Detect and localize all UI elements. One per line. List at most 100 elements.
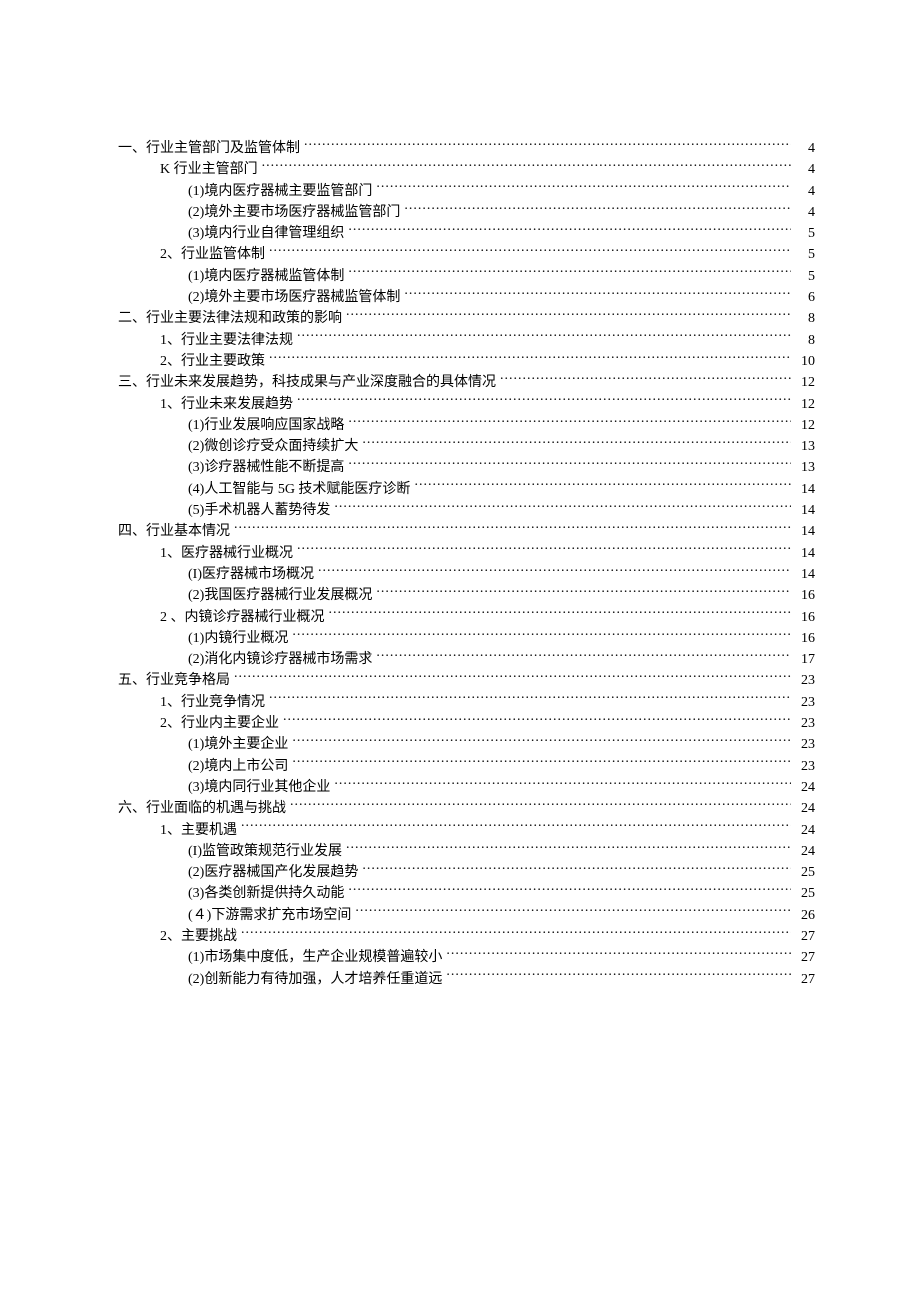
toc-entry-title: (1)境内医疗器械主要监管部门 [188, 182, 372, 202]
toc-entry-page: 14 [795, 480, 815, 500]
toc-entry-title: (1)境内医疗器械监管体制 [188, 267, 344, 287]
toc-entry: 1、医疗器械行业概况14 [118, 543, 815, 564]
toc-entry: 二、行业主要法律法规和政策的影响8 [118, 308, 815, 329]
toc-entry-title: (4)人工智能与 5G 技术赋能医疗诊断 [188, 480, 410, 500]
toc-entry-page: 4 [795, 160, 815, 180]
toc-entry-page: 25 [795, 863, 815, 883]
toc-entry-title: (2)境外主要市场医疗器械监管部门 [188, 203, 400, 223]
toc-leader-dots [304, 138, 791, 152]
toc-entry-title: (2)创新能力有待加强，人才培养任重道远 [188, 970, 442, 990]
table-of-contents: 一、行业主管部门及监管体制4K 行业主管部门4(1)境内医疗器械主要监管部门4(… [118, 138, 815, 990]
toc-entry: (1)境内医疗器械主要监管部门 4 [118, 181, 815, 202]
toc-leader-dots [362, 862, 791, 876]
toc-entry: (5)手术机器人蓄势待发14 [118, 500, 815, 521]
toc-leader-dots [269, 692, 791, 706]
toc-entry-title: 1、行业竞争情况 [160, 693, 265, 713]
toc-leader-dots [292, 734, 791, 748]
toc-entry: K 行业主管部门4 [118, 159, 815, 180]
toc-entry-page: 24 [795, 799, 815, 819]
toc-entry: (2)境外主要市场医疗器械监管体制6 [118, 287, 815, 308]
toc-entry: 2、行业主要政策10 [118, 351, 815, 372]
toc-entry-title: (1)行业发展响应国家战略 [188, 416, 344, 436]
toc-entry-page: 14 [795, 501, 815, 521]
toc-leader-dots [234, 521, 791, 535]
toc-entry-title: 2、主要挑战 [160, 927, 237, 947]
toc-entry: 2、主要挑战 27 [118, 926, 815, 947]
toc-entry-title: 1、医疗器械行业概况 [160, 544, 293, 564]
toc-entry-page: 5 [795, 267, 815, 287]
toc-entry: 2、行业内主要企业 23 [118, 713, 815, 734]
toc-entry: (3)境内行业自律管理组织5 [118, 223, 815, 244]
toc-leader-dots [297, 543, 791, 557]
toc-entry-page: 12 [795, 395, 815, 415]
toc-entry-page: 27 [795, 927, 815, 947]
toc-entry-title: (3)境内同行业其他企业 [188, 778, 330, 798]
toc-entry-page: 23 [795, 693, 815, 713]
document-page: 一、行业主管部门及监管体制4K 行业主管部门4(1)境内医疗器械主要监管部门4(… [0, 0, 920, 1301]
toc-entry-title: 六、行业面临的机遇与挑战 [118, 799, 286, 819]
toc-leader-dots [376, 649, 791, 663]
toc-entry-title: 2、行业主要政策 [160, 352, 265, 372]
toc-entry-title: (2)境内上市公司 [188, 757, 288, 777]
toc-leader-dots [404, 287, 791, 301]
toc-entry: 2、行业监管体制 5 [118, 244, 815, 265]
toc-entry-title: 三、行业未来发展趋势，科技成果与产业深度融合的具体情况 [118, 373, 496, 393]
toc-entry-page: 25 [795, 884, 815, 904]
toc-entry-page: 5 [795, 224, 815, 244]
toc-entry-page: 23 [795, 671, 815, 691]
toc-leader-dots [269, 351, 791, 365]
toc-entry: (2)我国医疗器械行业发展概况16 [118, 585, 815, 606]
toc-entry-page: 5 [795, 245, 815, 265]
toc-entry: 一、行业主管部门及监管体制 4 [118, 138, 815, 159]
toc-leader-dots [348, 457, 791, 471]
toc-entry-title: 2、行业监管体制 [160, 245, 265, 265]
toc-entry: (2)境外主要市场医疗器械监管部门4 [118, 202, 815, 223]
toc-entry-title: 2、行业内主要企业 [160, 714, 279, 734]
toc-entry-page: 23 [795, 714, 815, 734]
toc-entry-title: (I)监管政策规范行业发展 [188, 842, 342, 862]
toc-entry-page: 12 [795, 416, 815, 436]
toc-leader-dots [500, 372, 791, 386]
toc-entry-title: 1、行业未来发展趋势 [160, 395, 293, 415]
toc-leader-dots [414, 479, 791, 493]
toc-leader-dots [297, 330, 791, 344]
toc-entry: 1、行业未来发展趋势 12 [118, 394, 815, 415]
toc-leader-dots [355, 905, 791, 919]
toc-entry-title: (1)内镜行业概况 [188, 629, 288, 649]
toc-entry-page: 16 [795, 608, 815, 628]
toc-leader-dots [241, 926, 791, 940]
toc-leader-dots [290, 798, 791, 812]
toc-leader-dots [241, 820, 791, 834]
toc-entry-title: 2 、内镜诊疗器械行业概况 [160, 608, 325, 628]
toc-entry: (3)诊疗器械性能不断提高13 [118, 457, 815, 478]
toc-entry-page: 6 [795, 288, 815, 308]
toc-entry-title: (3)各类创新提供持久动能 [188, 884, 344, 904]
toc-entry: 1、行业竞争情况 23 [118, 692, 815, 713]
toc-entry-page: 13 [795, 458, 815, 478]
toc-entry: 五、行业竞争格局 23 [118, 670, 815, 691]
toc-entry-title: 四、行业基本情况 [118, 522, 230, 542]
toc-entry: (2)创新能力有待加强，人才培养任重道远 27 [118, 969, 815, 990]
toc-leader-dots [348, 883, 791, 897]
toc-entry: (3)境内同行业其他企业 24 [118, 777, 815, 798]
toc-entry-page: 4 [795, 182, 815, 202]
toc-entry-title: (2)我国医疗器械行业发展概况 [188, 586, 372, 606]
toc-entry-title: 五、行业竞争格局 [118, 671, 230, 691]
toc-leader-dots [297, 394, 791, 408]
toc-entry: 三、行业未来发展趋势，科技成果与产业深度融合的具体情况12 [118, 372, 815, 393]
toc-entry-page: 26 [795, 906, 815, 926]
toc-entry-page: 27 [795, 970, 815, 990]
toc-entry-page: 27 [795, 948, 815, 968]
toc-entry-page: 24 [795, 778, 815, 798]
toc-entry-title: 一、行业主管部门及监管体制 [118, 139, 300, 159]
toc-entry-title: (2)医疗器械国产化发展趋势 [188, 863, 358, 883]
toc-entry-page: 14 [795, 565, 815, 585]
toc-leader-dots [334, 777, 791, 791]
toc-entry-page: 16 [795, 629, 815, 649]
toc-entry: (3)各类创新提供持久动能 25 [118, 883, 815, 904]
toc-entry-page: 4 [795, 139, 815, 159]
toc-entry-title: 二、行业主要法律法规和政策的影响 [118, 309, 342, 329]
toc-leader-dots [346, 308, 791, 322]
toc-entry-page: 23 [795, 757, 815, 777]
toc-entry-page: 24 [795, 842, 815, 862]
